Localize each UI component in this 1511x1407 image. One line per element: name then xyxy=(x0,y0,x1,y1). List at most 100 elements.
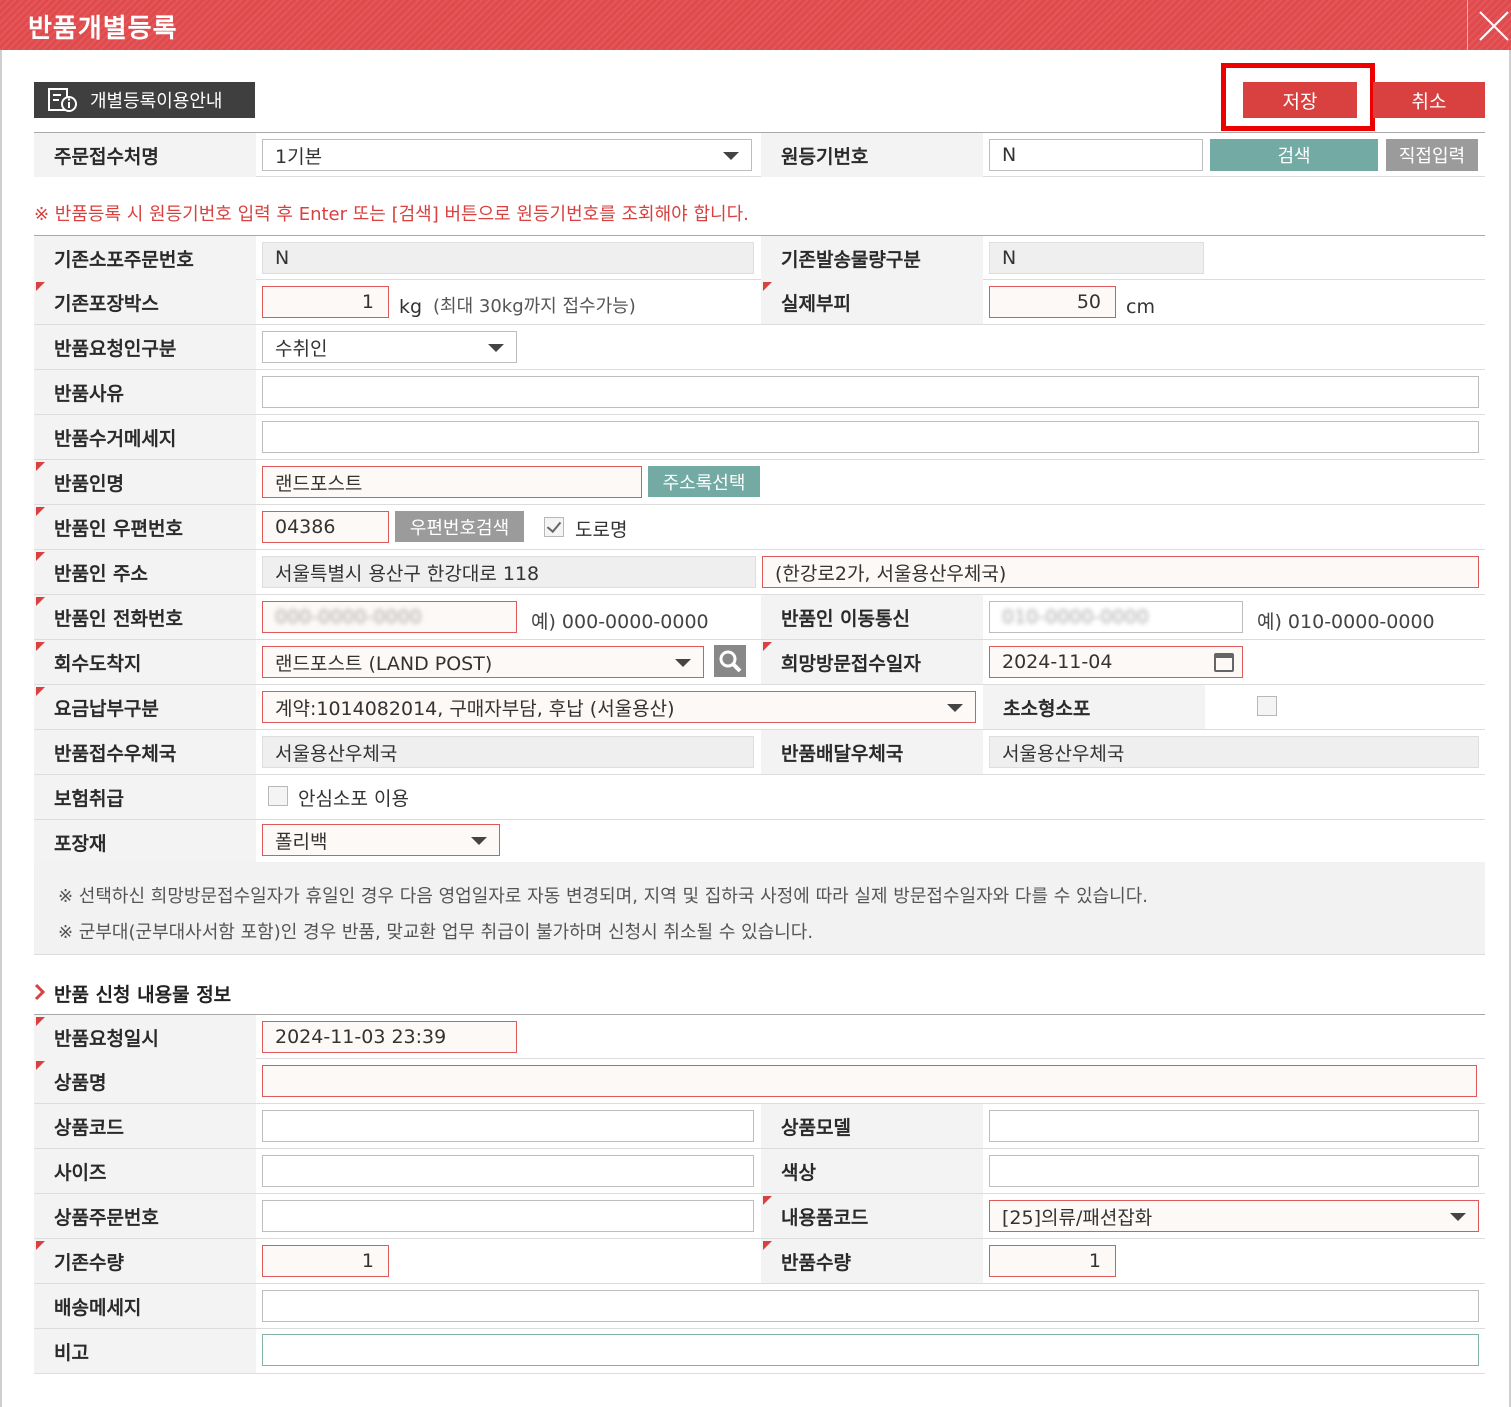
payment-row: 요금납부구분 계약:1014082014, 구매자부담, 후납 (서울용산) 초… xyxy=(34,685,1485,730)
address-detail-input[interactable]: (한강로2가, 서울용산우체국) xyxy=(762,556,1479,588)
orig-box-row: 기존포장박스 1 kg (최대 30kg까지 접수가능) 실제부피 50 cm xyxy=(34,280,1485,325)
content-code-select[interactable]: [25]의류/패션잡화 xyxy=(989,1200,1479,1232)
quantity-row: 기존수량 1 반품수량 1 xyxy=(34,1239,1485,1284)
sender-name-input[interactable]: 랜드포스트 xyxy=(262,466,642,498)
packaging-value: 폴리백 xyxy=(275,830,328,853)
product-name-input[interactable] xyxy=(262,1065,1477,1097)
save-highlight-box xyxy=(1221,63,1375,131)
receive-office-field: 서울용산우체국 xyxy=(262,736,754,768)
orig-box-value: 1 xyxy=(361,291,374,313)
road-name-checkbox[interactable] xyxy=(544,517,564,537)
guide-button[interactable]: 개별등록이용안내 xyxy=(34,82,255,118)
phone-label: 반품인 전화번호 xyxy=(34,595,256,639)
volume-unit: cm xyxy=(1126,296,1155,318)
orig-box-input[interactable]: 1 xyxy=(262,286,389,318)
guide-button-label: 개별등록이용안내 xyxy=(90,91,223,112)
orig-qty-input[interactable]: 1 xyxy=(262,1245,389,1277)
pickup-msg-row: 반품수거메세지 xyxy=(34,415,1485,460)
packaging-label: 포장재 xyxy=(34,820,256,864)
mobile-value: 010-0000-0000 xyxy=(1002,606,1149,628)
close-icon xyxy=(1479,11,1509,41)
orig-order-no-value: N xyxy=(275,247,290,269)
address-label: 반품인 주소 xyxy=(34,550,256,594)
product-order-row: 상품주문번호 내용품코드 [25]의류/패션잡화 xyxy=(34,1194,1485,1239)
payment-select[interactable]: 계약:1014082014, 구매자부담, 후납 (서울용산) xyxy=(262,691,976,723)
delivery-msg-input[interactable] xyxy=(262,1290,1479,1322)
volume-input[interactable]: 50 xyxy=(989,286,1116,318)
calendar-icon[interactable] xyxy=(1214,653,1234,672)
address-book-button[interactable]: 주소록선택 xyxy=(648,466,760,497)
direct-input-button[interactable]: 직접입력 xyxy=(1386,139,1478,171)
color-input[interactable] xyxy=(989,1155,1479,1187)
size-row: 사이즈 색상 xyxy=(34,1149,1485,1194)
requester-type-select[interactable]: 수취인 xyxy=(262,331,517,363)
safe-parcel-label: 안심소포 이용 xyxy=(298,788,409,810)
phone-row: 반품인 전화번호 000-0000-0000 예) 000-0000-0000 … xyxy=(34,595,1485,640)
destination-value: 랜드포스트 (LAND POST) xyxy=(275,652,493,675)
phone-input[interactable]: 000-0000-0000 xyxy=(262,601,517,633)
size-input[interactable] xyxy=(262,1155,754,1187)
delivery-msg-label: 배송메세지 xyxy=(34,1284,256,1328)
product-order-no-input[interactable] xyxy=(262,1200,754,1232)
small-parcel-label: 초소형소포 xyxy=(983,685,1205,729)
orig-order-no-label: 기존소포주문번호 xyxy=(34,236,256,280)
order-office-select[interactable]: 1기본 xyxy=(262,139,752,171)
request-date-value: 2024-11-03 23:39 xyxy=(275,1026,447,1048)
pickup-msg-input[interactable] xyxy=(262,421,1479,453)
product-code-input[interactable] xyxy=(262,1110,754,1142)
mobile-input[interactable]: 010-0000-0000 xyxy=(989,601,1243,633)
reg-no-value: N xyxy=(1002,144,1017,166)
small-parcel-checkbox[interactable] xyxy=(1257,696,1277,716)
requester-type-row: 반품요청인구분 수취인 xyxy=(34,325,1485,370)
zip-row: 반품인 우편번호 04386 우편번호검색 도로명 xyxy=(34,505,1485,550)
zip-value: 04386 xyxy=(275,516,336,538)
safe-parcel-checkbox[interactable] xyxy=(268,786,288,806)
reason-input[interactable] xyxy=(262,376,1479,408)
receive-office-value: 서울용산우체국 xyxy=(275,742,398,765)
order-office-row: 주문접수처명 1기본 원등기번호 N 검색 직접입력 xyxy=(34,132,1485,177)
product-model-input[interactable] xyxy=(989,1110,1479,1142)
insurance-row: 보험취급 안심소포 이용 xyxy=(34,775,1485,820)
content-code-value: [25]의류/패션잡화 xyxy=(1002,1206,1153,1229)
reg-no-input[interactable]: N xyxy=(989,139,1203,171)
window-title: 반품개별등록 xyxy=(28,14,178,44)
pickup-msg-label: 반품수거메세지 xyxy=(34,415,256,459)
visit-date-input[interactable]: 2024-11-04 xyxy=(989,646,1243,678)
orig-weight-class-field: N xyxy=(989,242,1204,274)
payment-label: 요금납부구분 xyxy=(34,685,256,729)
request-date-input[interactable]: 2024-11-03 23:39 xyxy=(262,1021,517,1053)
info-line-holiday: ※ 선택하신 희망방문접수일자가 휴일인 경우 다음 영업일자로 자동 변경되며… xyxy=(58,886,1148,907)
note-label: 비고 xyxy=(34,1329,256,1373)
size-label: 사이즈 xyxy=(34,1149,256,1193)
request-date-row: 반품요청일시 2024-11-03 23:39 xyxy=(34,1014,1485,1059)
address-field: 서울특별시 용산구 한강대로 118 xyxy=(262,556,756,588)
destination-select[interactable]: 랜드포스트 (LAND POST) xyxy=(262,646,704,678)
return-qty-label: 반품수량 xyxy=(761,1239,983,1283)
zip-input[interactable]: 04386 xyxy=(262,511,389,543)
destination-search-button[interactable] xyxy=(714,645,746,677)
destination-row: 회수도착지 랜드포스트 (LAND POST) 희망방문접수일자 2024-11… xyxy=(34,640,1485,685)
return-qty-input[interactable]: 1 xyxy=(989,1245,1116,1277)
receive-office-label: 반품접수우체국 xyxy=(34,730,256,774)
product-name-label: 상품명 xyxy=(34,1059,256,1103)
phone-hint: 예) 000-0000-0000 xyxy=(531,611,709,633)
office-row: 반품접수우체국 서울용산우체국 반품배달우체국 서울용산우체국 xyxy=(34,730,1485,775)
packaging-select[interactable]: 폴리백 xyxy=(262,824,500,856)
packaging-row: 포장재 폴리백 xyxy=(34,820,1485,865)
delivery-msg-row: 배송메세지 xyxy=(34,1284,1485,1329)
product-order-no-label: 상품주문번호 xyxy=(34,1194,256,1238)
zip-search-button[interactable]: 우편번호검색 xyxy=(395,511,524,542)
cancel-button[interactable]: 취소 xyxy=(1373,82,1485,118)
sender-name-row: 반품인명 랜드포스트 주소록선택 xyxy=(34,460,1485,505)
payment-value: 계약:1014082014, 구매자부담, 후납 (서울용산) xyxy=(275,697,675,720)
close-button[interactable] xyxy=(1467,0,1511,50)
return-qty-value: 1 xyxy=(1088,1250,1101,1272)
orig-box-unit: kg xyxy=(399,296,423,318)
content-code-label: 내용품코드 xyxy=(761,1194,983,1238)
delivery-office-label: 반품배달우체국 xyxy=(761,730,983,774)
note-input[interactable] xyxy=(262,1334,1479,1366)
orig-box-label: 기존포장박스 xyxy=(34,280,256,324)
search-button[interactable]: 검색 xyxy=(1210,139,1378,171)
reason-row: 반품사유 xyxy=(34,370,1485,415)
road-name-label: 도로명 xyxy=(575,519,628,541)
